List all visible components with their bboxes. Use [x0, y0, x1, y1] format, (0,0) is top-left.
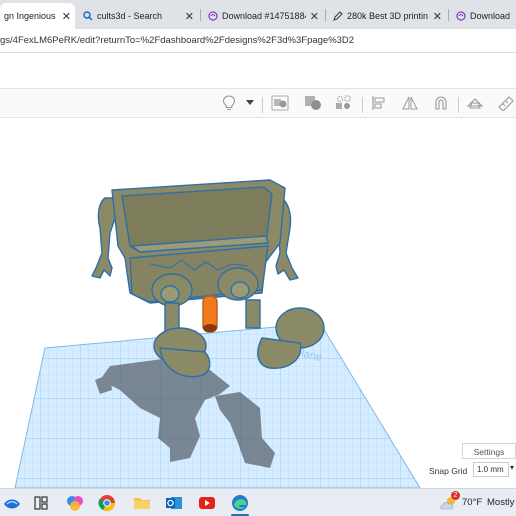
tab-title: Download #147518844: [222, 11, 306, 21]
settings-button[interactable]: Settings: [462, 443, 516, 459]
start-icon[interactable]: [2, 493, 22, 513]
tab-280k-best-3d[interactable]: 280k Best 3D printin ✕: [328, 3, 446, 29]
close-icon[interactable]: ✕: [62, 10, 71, 23]
search-icon: [82, 11, 93, 22]
chrome-icon[interactable]: [97, 493, 117, 513]
weather-icon[interactable]: 2: [439, 491, 460, 513]
tab-download-1[interactable]: Download #147518844 ✕: [203, 3, 323, 29]
close-icon[interactable]: ✕: [185, 10, 194, 23]
group-icon[interactable]: [271, 94, 289, 112]
youtube-icon[interactable]: [197, 493, 217, 513]
toolbar-separator: [262, 97, 263, 113]
dropdown-caret-icon[interactable]: [244, 94, 256, 112]
chevron-down-icon[interactable]: ▾: [510, 463, 514, 472]
tab-cults3d-search[interactable]: cults3d - Search ✕: [78, 3, 198, 29]
browser-tab-strip: gn Ingenious Tru ✕ cults3d - Search ✕ Do…: [0, 0, 516, 29]
tab-tinkercad[interactable]: gn Ingenious Tru ✕: [0, 3, 75, 29]
tab-separator: [200, 9, 201, 21]
workplane-scene[interactable]: Workplane: [0, 118, 516, 489]
ruler-icon[interactable]: [497, 94, 515, 112]
mirror-icon[interactable]: [401, 94, 419, 112]
cruise-icon[interactable]: [466, 94, 484, 112]
ungroup-icon[interactable]: [304, 94, 322, 112]
editor-toolbar: [0, 88, 516, 118]
url-text[interactable]: gs/4FexLM6PeRK/edit?returnTo=%2Fdashboar…: [0, 33, 516, 49]
task-view-icon[interactable]: [31, 493, 51, 513]
tab-separator: [448, 9, 449, 21]
lightbulb-icon[interactable]: [220, 94, 238, 112]
tab-title: gn Ingenious Tru: [4, 11, 58, 21]
tab-download-2[interactable]: Download #1: [451, 3, 516, 29]
toolbar-separator: [458, 97, 459, 113]
download-link-icon: [455, 11, 466, 22]
duplicate-icon[interactable]: [335, 94, 353, 112]
tab-title: Download #1: [470, 11, 512, 21]
weather-badge: 2: [451, 491, 460, 500]
toolbar-separator: [362, 97, 363, 113]
outlook-icon[interactable]: [164, 493, 184, 513]
align-icon[interactable]: [370, 94, 388, 112]
weather-description[interactable]: Mostly: [487, 497, 514, 508]
snap-grid-select[interactable]: 1.0 mm: [473, 462, 509, 477]
tab-separator: [325, 9, 326, 21]
close-icon[interactable]: ✕: [433, 10, 442, 23]
app-header: [0, 53, 516, 88]
snap-grid-label: Snap Grid: [429, 466, 468, 476]
tab-title: cults3d - Search: [97, 11, 163, 21]
tab-title: 280k Best 3D printin: [347, 11, 429, 21]
workplane-grid: Workplane: [14, 322, 421, 489]
pencil-icon: [332, 11, 343, 22]
close-icon[interactable]: ✕: [310, 10, 319, 23]
edge-icon[interactable]: [230, 493, 250, 513]
magnet-icon[interactable]: [432, 94, 450, 112]
taskbar: 2: [0, 488, 516, 516]
address-bar[interactable]: gs/4FexLM6PeRK/edit?returnTo=%2Fdashboar…: [0, 29, 516, 53]
weather-temperature[interactable]: 70°F: [462, 497, 482, 508]
3d-viewport[interactable]: Workplane: [0, 118, 516, 489]
download-link-icon: [207, 11, 218, 22]
file-explorer-icon[interactable]: [132, 493, 152, 513]
copilot-icon[interactable]: [65, 493, 85, 513]
